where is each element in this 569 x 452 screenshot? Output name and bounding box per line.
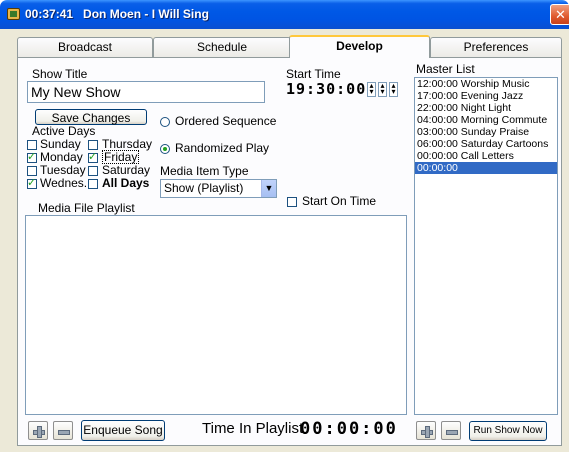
master-list-item[interactable]: 03:00:00 Sunday Praise bbox=[415, 126, 557, 138]
save-changes-button[interactable]: Save Changes bbox=[35, 109, 147, 125]
sunday-checkbox[interactable] bbox=[27, 140, 37, 150]
media-item-type-label: Media Item Type bbox=[160, 164, 249, 178]
all-days-checkbox[interactable] bbox=[88, 179, 98, 189]
minutes-spinner[interactable]: ▴ ▾ bbox=[378, 82, 387, 97]
tab-broadcast[interactable]: Broadcast bbox=[17, 37, 153, 57]
chevron-down-icon[interactable]: ▼ bbox=[261, 180, 276, 197]
tab-develop[interactable]: Develop bbox=[289, 35, 430, 58]
close-button[interactable]: ✕ bbox=[550, 4, 569, 25]
start-on-time-checkbox[interactable] bbox=[287, 197, 297, 207]
master-list-item[interactable]: 04:00:00 Morning Commute bbox=[415, 114, 557, 126]
tuesday-checkbox[interactable] bbox=[27, 166, 37, 176]
wednesday-label: Wednes. bbox=[40, 176, 88, 190]
run-show-now-button[interactable]: Run Show Now bbox=[469, 421, 547, 441]
active-days-label: Active Days bbox=[32, 124, 96, 138]
time-in-playlist-label: Time In Playlist bbox=[202, 420, 304, 437]
ordered-sequence-label: Ordered Sequence bbox=[175, 114, 277, 128]
all-days-label: All Days bbox=[102, 176, 150, 190]
remove-icon[interactable] bbox=[53, 421, 73, 440]
start-time-label: Start Time bbox=[286, 67, 341, 81]
app-icon bbox=[7, 8, 20, 20]
randomized-play-radio[interactable] bbox=[160, 144, 170, 154]
tab-schedule[interactable]: Schedule bbox=[153, 37, 291, 57]
master-list-item[interactable]: 06:00:00 Saturday Cartoons bbox=[415, 138, 557, 150]
add-master-icon[interactable] bbox=[416, 421, 436, 440]
seconds-spinner[interactable]: ▴ ▾ bbox=[389, 82, 398, 97]
remove-master-icon[interactable] bbox=[441, 421, 461, 440]
window-title: 00:37:41 Don Moen - I Will Sing bbox=[25, 7, 209, 21]
add-icon[interactable] bbox=[28, 421, 48, 440]
thursday-label: Thursday bbox=[102, 137, 153, 151]
saturday-label: Saturday bbox=[102, 163, 151, 177]
media-item-type-select[interactable]: Show (Playlist) ▼ bbox=[160, 179, 277, 198]
start-on-time-label: Start On Time bbox=[302, 194, 377, 208]
master-list-item[interactable]: 00:00:00 bbox=[415, 162, 557, 174]
wednesday-checkbox[interactable] bbox=[27, 176, 37, 189]
title-bar: 00:37:41 Don Moen - I Will Sing ✕ bbox=[0, 0, 569, 29]
enqueue-song-button[interactable]: Enqueue Song bbox=[81, 420, 165, 441]
start-time-display: 19:30:00 bbox=[286, 80, 367, 98]
master-list-label: Master List bbox=[416, 62, 475, 76]
tuesday-label: Tuesday bbox=[40, 163, 86, 177]
media-file-playlist-label: Media File Playlist bbox=[38, 201, 135, 215]
thursday-checkbox[interactable] bbox=[88, 140, 98, 150]
time-in-playlist-display: 00:00:00 bbox=[300, 419, 398, 439]
hours-spinner[interactable]: ▴ ▾ bbox=[367, 82, 376, 97]
master-list-item[interactable]: 22:00:00 Night Light bbox=[415, 102, 557, 114]
show-title-label: Show Title bbox=[32, 67, 88, 81]
master-list-item[interactable]: 12:00:00 Worship Music bbox=[415, 78, 557, 90]
media-item-type-value: Show (Playlist) bbox=[164, 181, 244, 195]
ordered-sequence-radio[interactable] bbox=[160, 117, 170, 127]
friday-label: Friday bbox=[102, 150, 140, 164]
randomized-play-label: Randomized Play bbox=[175, 141, 270, 155]
media-file-playlist[interactable] bbox=[25, 215, 407, 415]
monday-checkbox[interactable] bbox=[27, 150, 37, 163]
sunday-label: Sunday bbox=[40, 137, 81, 151]
friday-checkbox[interactable] bbox=[88, 150, 98, 163]
master-list[interactable]: 12:00:00 Worship Music 17:00:00 Evening … bbox=[414, 77, 558, 415]
master-list-item[interactable]: 17:00:00 Evening Jazz bbox=[415, 90, 557, 102]
saturday-checkbox[interactable] bbox=[88, 166, 98, 176]
show-title-input[interactable]: My New Show bbox=[27, 81, 265, 103]
tab-preferences[interactable]: Preferences bbox=[430, 37, 562, 57]
monday-label: Monday bbox=[40, 150, 83, 164]
master-list-item[interactable]: 00:00:00 Call Letters bbox=[415, 150, 557, 162]
